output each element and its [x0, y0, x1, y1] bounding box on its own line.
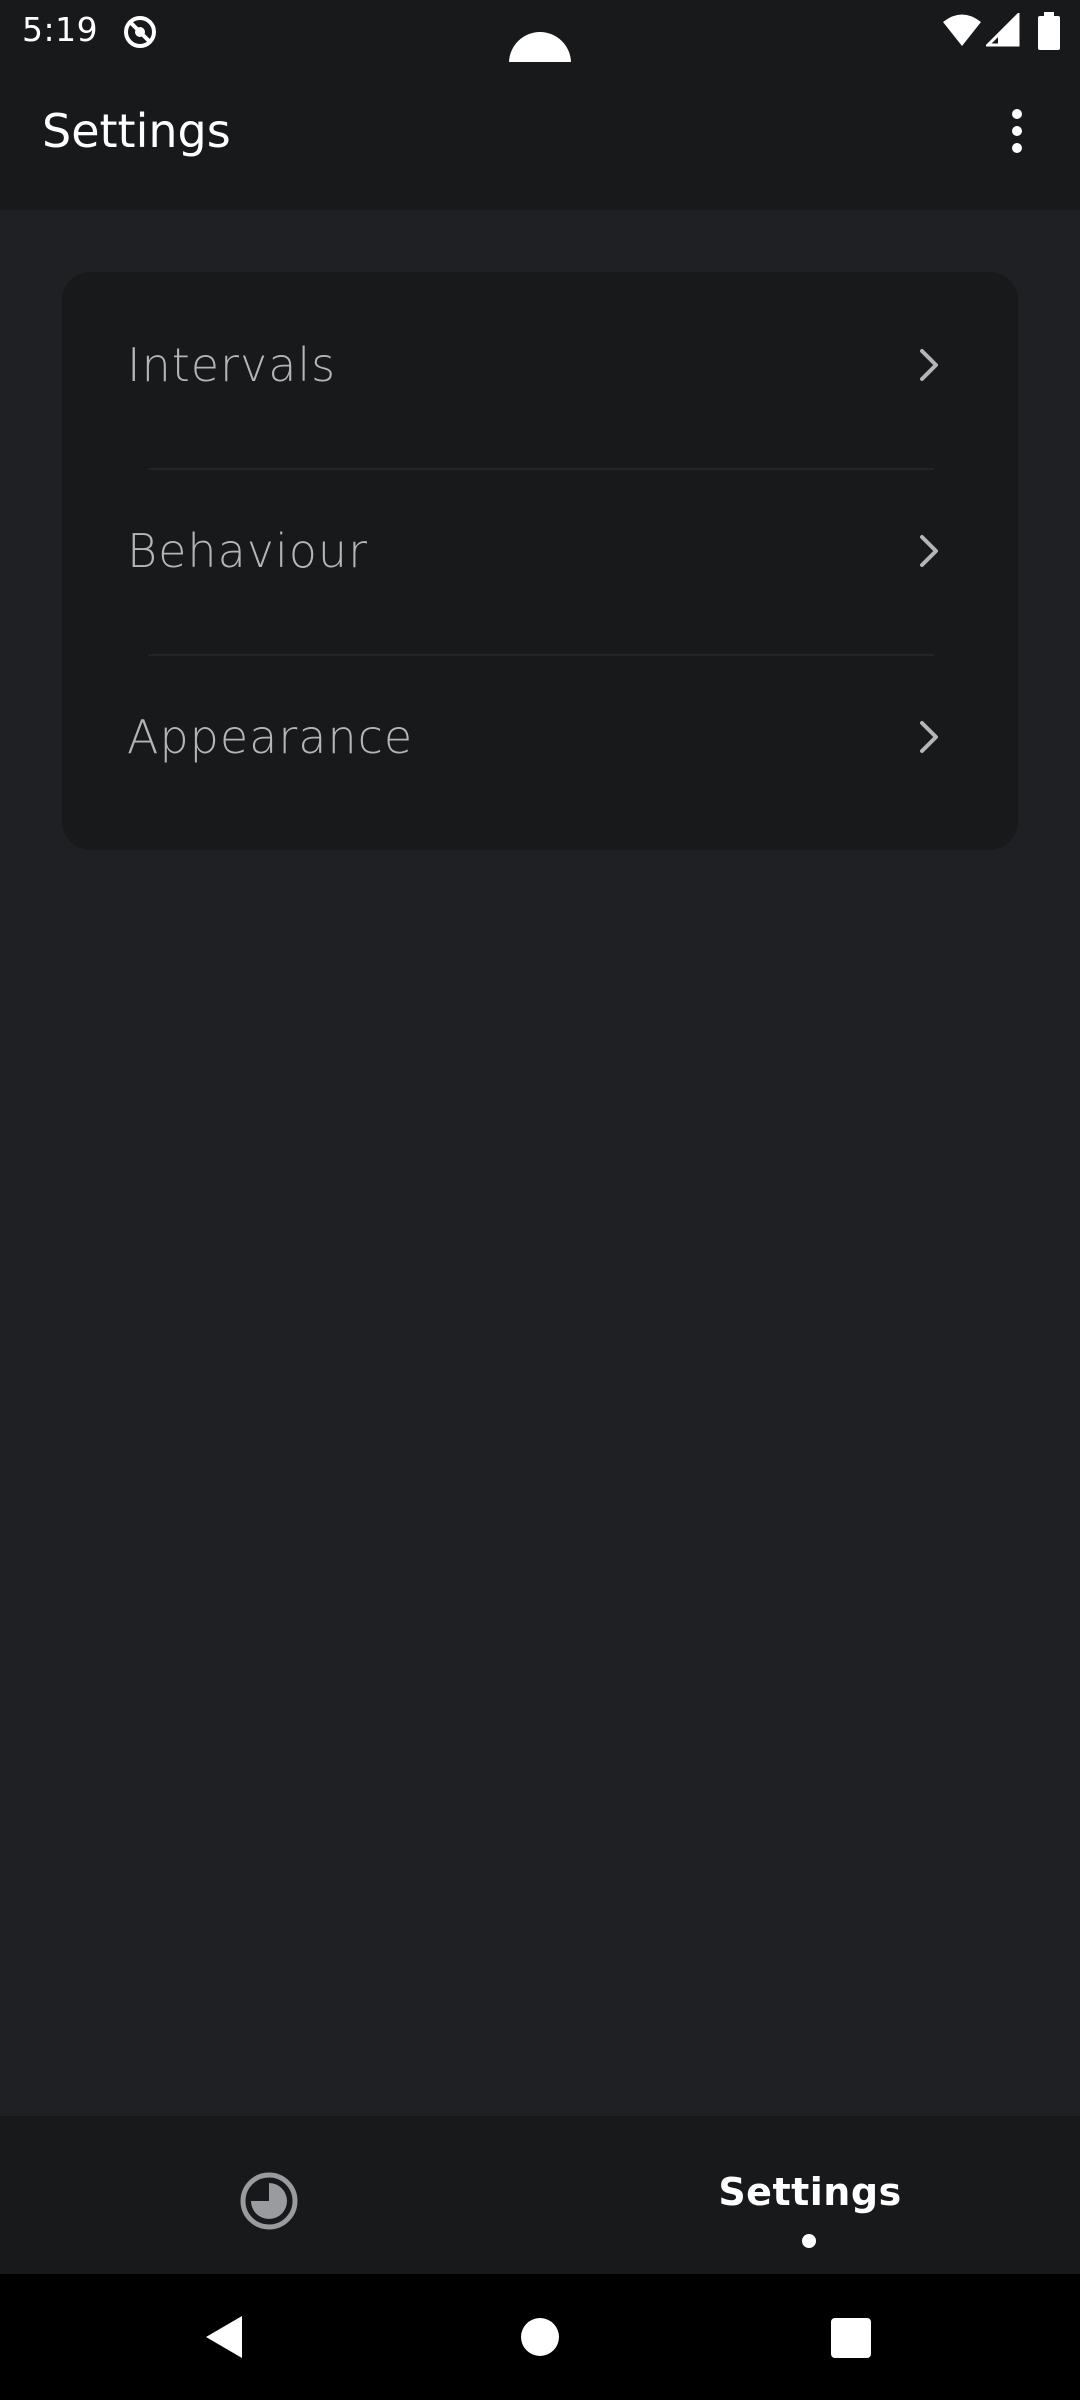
system-navigation-bar: [0, 2274, 1080, 2400]
app-bar: Settings: [0, 62, 1080, 210]
recents-icon[interactable]: [831, 2318, 871, 2358]
status-bar: 5:19: [0, 0, 1080, 94]
settings-card: Intervals Behaviour Appearance: [62, 272, 1018, 850]
settings-item-label: Intervals: [127, 338, 337, 392]
wifi-icon: [943, 14, 981, 46]
status-time: 5:19: [22, 10, 99, 49]
settings-item-label: Behaviour: [127, 524, 368, 578]
battery-icon: [1038, 12, 1060, 50]
nav-item-label: Settings: [718, 2170, 902, 2214]
bottom-navigation: Settings: [0, 2116, 1080, 2274]
cellular-signal-icon: [986, 13, 1020, 47]
page-title: Settings: [42, 104, 231, 158]
timer-icon[interactable]: [236, 2168, 302, 2234]
settings-item-label: Appearance: [127, 710, 414, 764]
settings-item-intervals[interactable]: Intervals: [62, 272, 1018, 458]
chevron-right-icon: [920, 721, 938, 753]
chevron-right-icon: [920, 349, 938, 381]
back-icon[interactable]: [204, 2314, 244, 2360]
settings-item-appearance[interactable]: Appearance: [62, 644, 1018, 830]
app-notification-icon: [124, 16, 156, 48]
chevron-right-icon: [920, 535, 938, 567]
more-vert-icon[interactable]: [1000, 102, 1034, 158]
selected-indicator: [802, 2234, 816, 2248]
settings-item-behaviour[interactable]: Behaviour: [62, 458, 1018, 644]
home-icon[interactable]: [521, 2318, 559, 2356]
nav-item-settings[interactable]: Settings: [700, 2170, 920, 2214]
